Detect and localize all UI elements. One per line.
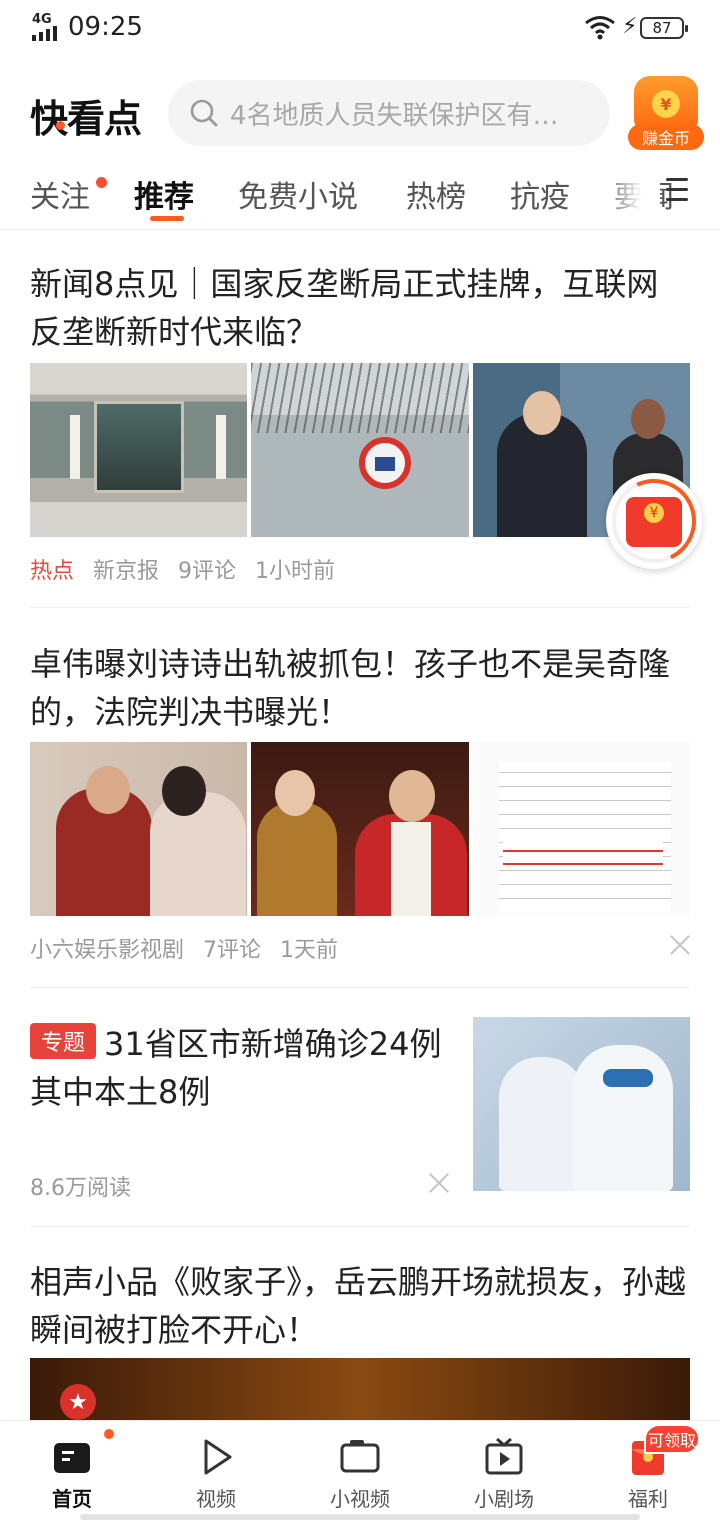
earn-coins-button[interactable]: ¥ 赚金币	[628, 76, 704, 150]
home-indicator	[80, 1514, 640, 1520]
floating-red-envelope-button[interactable]	[600, 467, 708, 575]
hot-tag: 热点	[30, 559, 75, 584]
feed-divider	[30, 1226, 690, 1227]
camera-icon	[340, 1440, 380, 1473]
article-images[interactable]	[30, 363, 690, 537]
nav-short-video[interactable]: 小视频	[300, 1421, 420, 1520]
tab-follow-notification-dot	[96, 177, 107, 188]
active-tab-indicator	[150, 216, 184, 221]
nav-welfare-label: 福利	[628, 1487, 668, 1511]
charging-icon: ⚡	[622, 14, 638, 39]
article-source: 小六娱乐影视剧	[30, 938, 185, 963]
battery-icon: 87	[640, 17, 688, 39]
article-image[interactable]	[473, 1017, 690, 1191]
nav-home-dot	[104, 1429, 114, 1439]
coin-icon: ¥	[652, 90, 680, 118]
tab-fade	[600, 160, 660, 228]
article-title[interactable]: 新闻8点见｜国家反垄断局正式挂牌，互联网反垄断新时代来临？	[30, 260, 690, 356]
home-icon	[54, 1443, 90, 1473]
tv-icon	[485, 1437, 523, 1475]
article-title[interactable]: 相声小品《败家子》，岳云鹏开场就损友，孙越瞬间被打脸不开心！	[30, 1258, 690, 1354]
article-images[interactable]	[30, 742, 690, 916]
article-image[interactable]	[472, 742, 690, 916]
dismiss-icon[interactable]	[669, 934, 691, 956]
cellular-signal-icon: 4G	[32, 12, 62, 41]
red-envelope-icon	[626, 497, 682, 547]
article-image[interactable]	[30, 742, 248, 916]
wifi-icon	[585, 16, 615, 40]
article-source: 新京报	[93, 559, 160, 584]
article-image[interactable]	[251, 363, 469, 537]
search-placeholder: 4名地质人员失联保护区有…	[230, 100, 559, 131]
nav-mini-theater[interactable]: 小剧场	[444, 1421, 564, 1520]
dismiss-icon[interactable]	[428, 1172, 450, 1194]
header-divider	[0, 229, 720, 230]
article-image[interactable]	[251, 742, 469, 916]
nav-short-video-label: 小视频	[330, 1487, 390, 1511]
search-input[interactable]: 4名地质人员失联保护区有…	[168, 80, 610, 146]
tab-follow[interactable]: 关注	[30, 172, 90, 216]
channel-tabs: 关注 推荐 免费小说 热榜 抗疫 要闻	[0, 160, 720, 228]
play-icon	[204, 1439, 232, 1475]
earn-coins-label: 赚金币	[628, 124, 704, 150]
article-title[interactable]: 卓伟曝刘诗诗出轨被抓包！孩子也不是吴奇隆的，法院判决书曝光！	[30, 640, 690, 736]
tab-recommend[interactable]: 推荐	[134, 172, 194, 216]
claim-badge[interactable]: 可领取	[644, 1424, 700, 1454]
channel-logo-icon: ★	[60, 1384, 96, 1420]
feed-divider	[30, 987, 690, 988]
tab-free-novels[interactable]: 免费小说	[238, 172, 358, 216]
clock: 09:25	[68, 12, 143, 42]
battery-level: 87	[652, 19, 672, 37]
video-thumbnail[interactable]: ★	[30, 1358, 690, 1420]
article-images[interactable]	[473, 1017, 690, 1191]
article-comments: 9评论	[178, 559, 237, 584]
nav-mini-theater-label: 小剧场	[474, 1487, 534, 1511]
nav-home[interactable]: 首页	[12, 1421, 132, 1520]
status-bar: 4G 09:25 ⚡ 87	[0, 0, 720, 58]
article-image[interactable]	[30, 363, 248, 537]
feed-divider	[30, 607, 690, 608]
nav-home-label: 首页	[52, 1487, 92, 1511]
bottom-nav: 首页 视频 小视频 小剧场 福利	[0, 1420, 720, 1520]
tab-anti-epidemic[interactable]: 抗疫	[510, 172, 570, 216]
article-meta: 8.6万阅读	[30, 1170, 143, 1202]
channel-menu-icon[interactable]	[666, 178, 692, 204]
nav-video-label: 视频	[196, 1487, 236, 1511]
network-type: 4G	[32, 12, 52, 27]
search-icon	[190, 99, 218, 127]
article-meta: 小六娱乐影视剧 7评论 1天前	[30, 932, 350, 964]
article-reads: 8.6万阅读	[30, 1176, 131, 1201]
article-meta: 热点 新京报 9评论 1小时前	[30, 553, 347, 585]
article-time: 1天前	[280, 938, 339, 963]
nav-video[interactable]: 视频	[156, 1421, 276, 1520]
logo-dot	[56, 121, 65, 130]
article-video[interactable]: ★	[30, 1358, 690, 1420]
article-comments: 7评论	[203, 938, 262, 963]
article-title[interactable]: 31省区市新增确诊24例 其中本土8例	[30, 1020, 450, 1116]
article-time: 1小时前	[255, 559, 336, 584]
tab-hot-list[interactable]: 热榜	[406, 172, 466, 216]
app-logo: 快看点	[30, 97, 142, 141]
